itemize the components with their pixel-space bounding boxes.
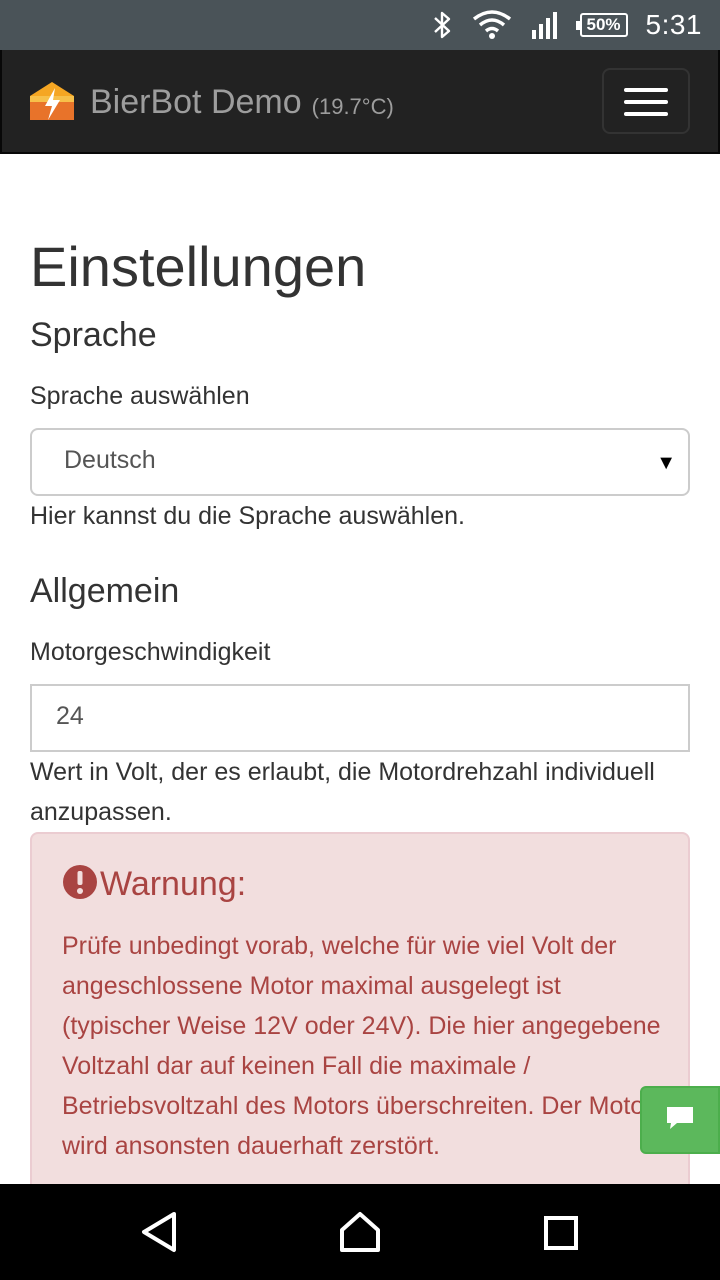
brand-name: BierBot Demo xyxy=(90,83,302,121)
language-select-value: Deutsch xyxy=(64,446,156,474)
bluetooth-icon xyxy=(432,10,454,40)
battery-indicator: 50% xyxy=(575,13,628,37)
system-nav-bar xyxy=(0,1184,720,1280)
brand-link[interactable]: BierBot Demo (19.7°C) xyxy=(26,74,394,131)
temperature-readout: (19.7°C) xyxy=(311,93,394,119)
status-clock: 5:31 xyxy=(645,9,702,40)
language-help-text: Hier kannst du die Sprache auswählen. xyxy=(30,502,465,530)
status-bar: 50% 5:31 xyxy=(0,0,720,50)
language-select-label: Sprache auswählen xyxy=(30,382,250,410)
chat-button[interactable] xyxy=(640,1086,720,1154)
back-triangle-icon[interactable] xyxy=(132,1204,188,1260)
warning-header: Warnung: xyxy=(62,864,246,905)
chat-icon xyxy=(665,1104,695,1137)
motor-speed-help-text: Wert in Volt, der es erlaubt, die Motord… xyxy=(30,758,655,826)
dropdown-caret-icon: ▼ xyxy=(656,452,676,474)
motor-speed-value: 24 xyxy=(56,702,84,730)
recents-square-icon[interactable] xyxy=(532,1204,588,1260)
cell-signal-icon xyxy=(530,10,562,40)
language-select[interactable]: Deutsch ▼ xyxy=(30,428,690,496)
section-language-title: Sprache xyxy=(30,316,157,354)
top-navbar: BierBot Demo (19.7°C) xyxy=(0,50,720,154)
motor-speed-label: Motorgeschwindigkeit xyxy=(30,638,271,666)
bierbot-logo-icon xyxy=(26,74,78,131)
warning-title: Warnung: xyxy=(100,865,247,903)
hamburger-menu-button[interactable] xyxy=(602,68,690,134)
page-title: Einstellungen xyxy=(30,235,367,298)
motor-speed-input[interactable]: 24 xyxy=(30,684,690,752)
section-general-title: Allgemein xyxy=(30,572,180,610)
exclamation-circle-icon xyxy=(62,864,98,905)
wifi-icon xyxy=(472,10,512,40)
home-icon[interactable] xyxy=(332,1204,388,1260)
warning-text: Prüfe unbedingt vorab, welche für wie vi… xyxy=(62,932,661,1160)
